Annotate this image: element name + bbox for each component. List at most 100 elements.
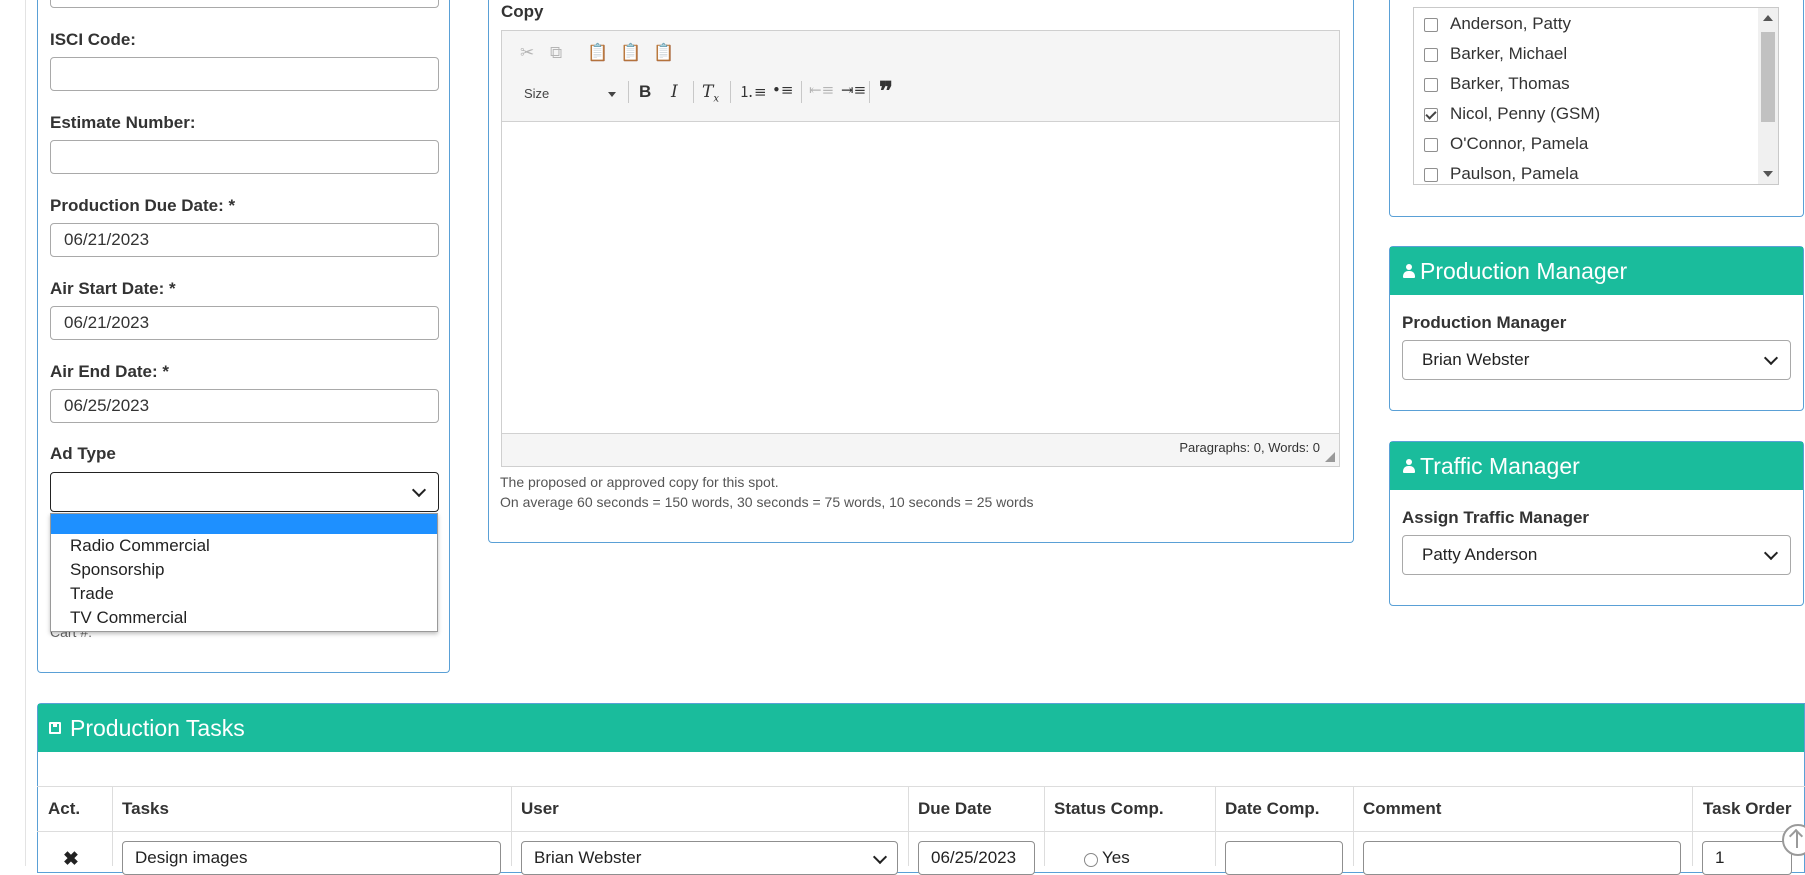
font-size-combo[interactable]: Size xyxy=(524,86,549,101)
top-field-input[interactable] xyxy=(50,0,439,8)
estimate-number-label: Estimate Number: xyxy=(50,113,196,132)
copy-icon[interactable]: ⧉ xyxy=(550,43,562,63)
ad-type-select[interactable] xyxy=(50,472,439,512)
column-divider xyxy=(1044,786,1045,866)
traffic-manager-select[interactable]: Patty Anderson xyxy=(1402,535,1791,575)
user-checkbox-checked[interactable] xyxy=(1424,108,1438,122)
task-order-input[interactable]: 1 xyxy=(1702,841,1792,875)
user-checkbox[interactable] xyxy=(1424,48,1438,62)
air-end-date-input[interactable]: 06/25/2023 xyxy=(50,389,439,423)
ad-type-option[interactable]: Sponsorship xyxy=(51,558,437,582)
copy-help-text: The proposed or approved copy for this s… xyxy=(500,474,779,490)
chevron-down-icon xyxy=(872,849,888,865)
cut-icon[interactable]: ✂ xyxy=(520,43,534,63)
ad-type-option[interactable]: TV Commercial xyxy=(51,606,437,630)
isci-code-input[interactable] xyxy=(50,57,439,91)
date-completed-input[interactable] xyxy=(1225,841,1343,875)
status-complete-label: Yes xyxy=(1102,848,1130,867)
page-divider xyxy=(25,0,26,866)
ad-type-option[interactable]: Radio Commercial xyxy=(51,534,437,558)
production-manager-panel: Production Manager Production Manager Br… xyxy=(1389,246,1804,411)
toolbar-separator xyxy=(801,81,802,103)
italic-icon[interactable]: I xyxy=(671,82,678,102)
tasks-table-header: Act. Tasks User Due Date Status Comp. Da… xyxy=(37,786,1805,832)
delete-task-icon[interactable]: ✖ xyxy=(63,848,79,871)
save-icon xyxy=(49,722,61,734)
user-checkbox[interactable] xyxy=(1424,78,1438,92)
user-checklist[interactable]: Anderson, Patty Barker, Michael Barker, … xyxy=(1413,7,1779,185)
estimate-number-input[interactable] xyxy=(50,140,439,174)
task-user-value: Brian Webster xyxy=(534,848,642,867)
toolbar-separator xyxy=(869,81,870,103)
column-divider xyxy=(1215,786,1216,866)
production-manager-header: Production Manager xyxy=(1390,247,1803,295)
indent-icon[interactable]: ⇥≡ xyxy=(841,81,866,99)
ad-type-option[interactable]: Trade xyxy=(51,582,437,606)
production-due-date-input[interactable]: 06/21/2023 xyxy=(50,223,439,257)
user-name: Nicol, Penny (GSM) xyxy=(1450,104,1601,123)
chevron-down-icon xyxy=(1763,545,1779,561)
user-list-scrollbar[interactable] xyxy=(1758,8,1778,184)
user-checkbox[interactable] xyxy=(1424,138,1438,152)
arrow-up-icon xyxy=(1796,832,1798,848)
task-due-date-input[interactable]: 06/25/2023 xyxy=(918,841,1035,875)
copy-editor: ✂ ⧉ 📋 📋 📋 Size B I Tx ⒈≡ •≡ ⇤≡ ⇥≡ ❞ Para… xyxy=(501,30,1340,467)
task-user-select[interactable]: Brian Webster xyxy=(521,841,898,875)
column-header-date-comp: Date Comp. xyxy=(1225,799,1320,818)
traffic-manager-title: Traffic Manager xyxy=(1420,453,1580,479)
resize-grip-icon[interactable] xyxy=(1325,452,1335,462)
isci-code-label: ISCI Code: xyxy=(50,30,136,49)
paste-word-icon[interactable]: 📋 xyxy=(653,43,674,63)
word-count-status: Paragraphs: 0, Words: 0 xyxy=(1179,440,1320,455)
bulleted-list-icon[interactable]: •≡ xyxy=(772,81,793,99)
column-divider xyxy=(511,786,512,866)
ad-type-dropdown: Radio Commercial Sponsorship Trade TV Co… xyxy=(50,513,438,632)
editor-toolbar: ✂ ⧉ 📋 📋 📋 Size B I Tx ⒈≡ •≡ ⇤≡ ⇥≡ ❞ xyxy=(502,31,1339,122)
ad-type-option[interactable] xyxy=(51,514,437,534)
outdent-icon[interactable]: ⇤≡ xyxy=(809,81,834,99)
production-manager-select[interactable]: Brian Webster xyxy=(1402,340,1791,380)
production-manager-title: Production Manager xyxy=(1420,258,1628,284)
chevron-down-icon xyxy=(1763,350,1779,366)
production-manager-label: Production Manager xyxy=(1402,313,1567,332)
column-divider xyxy=(908,786,909,866)
blockquote-icon[interactable]: ❞ xyxy=(879,77,893,107)
column-header-due-date: Due Date xyxy=(918,799,992,818)
task-comment-input[interactable] xyxy=(1363,841,1681,875)
paste-icon[interactable]: 📋 xyxy=(587,43,608,63)
size-dropdown-icon xyxy=(608,92,616,97)
copy-label: Copy xyxy=(501,2,544,21)
column-header-tasks: Tasks xyxy=(122,799,169,818)
production-tasks-header: Production Tasks xyxy=(38,704,1804,752)
user-checkbox[interactable] xyxy=(1424,18,1438,32)
user-checkbox[interactable] xyxy=(1424,168,1438,182)
user-name: Barker, Thomas xyxy=(1450,74,1570,93)
status-complete-radio[interactable] xyxy=(1084,853,1098,867)
scroll-down-icon[interactable] xyxy=(1763,171,1773,177)
task-name-input[interactable]: Design images xyxy=(122,841,501,875)
air-end-date-label: Air End Date: * xyxy=(50,362,170,381)
scroll-up-icon[interactable] xyxy=(1763,15,1773,21)
air-start-date-input[interactable]: 06/21/2023 xyxy=(50,306,439,340)
editor-footer: Paragraphs: 0, Words: 0 xyxy=(502,433,1339,466)
toolbar-separator xyxy=(730,81,731,103)
paste-text-icon[interactable]: 📋 xyxy=(620,43,641,63)
user-icon xyxy=(1403,264,1415,278)
bold-icon[interactable]: B xyxy=(639,82,651,102)
copy-word-guide: On average 60 seconds = 150 words, 30 se… xyxy=(500,494,1034,510)
user-name: Barker, Michael xyxy=(1450,44,1568,63)
column-header-act: Act. xyxy=(48,799,81,818)
user-name: Paulson, Pamela xyxy=(1450,164,1579,183)
traffic-manager-label: Assign Traffic Manager xyxy=(1402,508,1590,527)
editor-content-area[interactable] xyxy=(502,122,1339,434)
column-header-status-comp: Status Comp. xyxy=(1054,799,1164,818)
chevron-down-icon xyxy=(411,482,427,498)
traffic-manager-header: Traffic Manager xyxy=(1390,442,1803,490)
user-icon xyxy=(1403,459,1415,473)
numbered-list-icon[interactable]: ⒈≡ xyxy=(739,81,767,102)
user-name: Anderson, Patty xyxy=(1450,14,1571,33)
ad-type-label: Ad Type xyxy=(50,444,116,463)
column-header-comment: Comment xyxy=(1363,799,1442,818)
remove-format-icon[interactable]: Tx xyxy=(702,82,719,104)
scrollbar-thumb[interactable] xyxy=(1761,32,1775,122)
